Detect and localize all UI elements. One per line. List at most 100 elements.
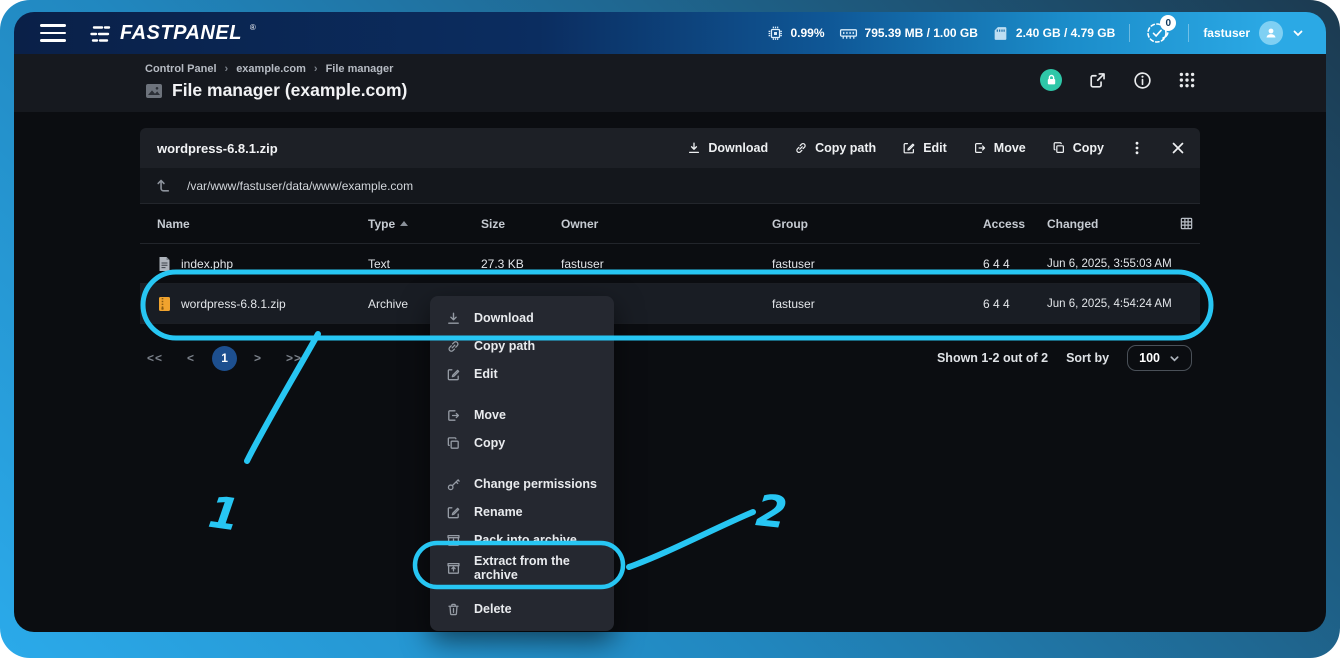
path-bar: /var/www/fastuser/data/www/example.com <box>140 168 1200 204</box>
context-menu-item-move[interactable]: Move <box>430 401 614 429</box>
page-header: Control Panel › example.com › File manag… <box>14 54 1326 112</box>
copy-icon <box>1052 141 1066 155</box>
file-name-cell: index.php <box>157 256 368 272</box>
file-type: Text <box>368 257 481 271</box>
avatar <box>1259 21 1283 45</box>
info-button[interactable] <box>1133 71 1152 90</box>
cpu-icon <box>767 25 784 42</box>
context-menu-item-copy-path[interactable]: Copy path <box>430 332 614 360</box>
menu-label: Pack into archive <box>474 533 577 547</box>
pager-right: Shown 1-2 out of 2 Sort by 100 <box>937 345 1192 371</box>
open-site-button[interactable] <box>1088 71 1107 90</box>
topbar-divider <box>1188 24 1189 42</box>
current-path[interactable]: /var/www/fastuser/data/www/example.com <box>187 179 413 193</box>
context-menu-item-copy[interactable]: Copy <box>430 429 614 457</box>
fastpanel-logo[interactable]: FASTPANEL ® <box>88 22 256 45</box>
breadcrumb-item-domain[interactable]: example.com <box>236 63 306 75</box>
copy-path-button[interactable]: Copy path <box>794 141 876 155</box>
column-header-size[interactable]: Size <box>481 217 561 231</box>
person-icon <box>1264 26 1278 40</box>
key-icon <box>446 477 461 492</box>
context-menu-item-edit[interactable]: Edit <box>430 360 614 388</box>
chevron-down-icon <box>1169 353 1180 364</box>
page-1-button[interactable]: 1 <box>212 346 237 371</box>
menu-label: Delete <box>474 602 512 616</box>
content-area: Control Panel › example.com › File manag… <box>14 54 1326 632</box>
pager: << < 1 > >> <box>140 346 309 371</box>
edit-label: Edit <box>923 141 947 155</box>
menu-label: Move <box>474 408 506 422</box>
zip-archive-icon <box>157 296 172 312</box>
move-label: Move <box>994 141 1026 155</box>
topbar-right: 0.99% 795.39 MB / 1.00 GB 2.40 GB / 4.79… <box>767 19 1327 47</box>
column-header-owner[interactable]: Owner <box>561 217 772 231</box>
lock-icon <box>1046 74 1057 86</box>
toolbar-actions: Download Copy path Edit Move <box>687 140 1186 156</box>
column-header-access[interactable]: Access <box>983 217 1047 231</box>
close-selection-button[interactable] <box>1170 140 1186 156</box>
file-name: index.php <box>181 257 233 271</box>
table-row-wordpress-zip[interactable]: wordpress-6.8.1.zip Archive fastuser 6 4… <box>140 284 1200 324</box>
cpu-usage-value: 0.99% <box>791 26 825 40</box>
table-row-index-php[interactable]: index.php Text 27.3 KB fastuser fastuser… <box>140 244 1200 284</box>
context-menu-item-change-permissions[interactable]: Change permissions <box>430 470 614 498</box>
go-up-directory-button[interactable] <box>155 177 172 194</box>
trash-icon <box>446 602 461 617</box>
file-name-cell: wordpress-6.8.1.zip <box>157 296 368 312</box>
next-page-button[interactable]: > <box>247 347 269 369</box>
page-title: File manager (example.com) <box>172 80 407 101</box>
column-header-type[interactable]: Type <box>368 217 481 231</box>
column-header-group[interactable]: Group <box>772 217 983 231</box>
column-settings-button[interactable] <box>1179 216 1200 231</box>
menu-label: Extract from the archive <box>474 554 598 582</box>
notifications-button[interactable]: 0 <box>1144 19 1174 47</box>
prev-page-button[interactable]: < <box>180 347 202 369</box>
first-page-button[interactable]: << <box>140 347 170 369</box>
menu-label: Edit <box>474 367 498 381</box>
download-button[interactable]: Download <box>687 141 768 155</box>
grid-dots-icon <box>1178 71 1196 89</box>
file-group: fastuser <box>772 257 983 271</box>
menu-toggle-button[interactable] <box>40 24 66 42</box>
file-manager-panel: wordpress-6.8.1.zip Download Copy path E… <box>140 128 1200 376</box>
context-menu-item-extract-from-archive[interactable]: Extract from the archive <box>430 554 614 582</box>
sort-ascending-icon <box>400 221 408 226</box>
move-button[interactable]: Move <box>973 141 1026 155</box>
context-menu-item-rename[interactable]: Rename <box>430 498 614 526</box>
app-frame: FASTPANEL ® 0.99% 795.39 MB / 1.00 GB <box>0 0 1340 658</box>
menu-label: Copy path <box>474 339 535 353</box>
column-header-changed[interactable]: Changed <box>1047 217 1177 231</box>
copy-icon <box>446 436 461 451</box>
file-name: wordpress-6.8.1.zip <box>181 297 286 311</box>
rename-icon <box>446 505 461 520</box>
file-access: 6 4 4 <box>983 297 1047 311</box>
link-icon <box>446 339 461 354</box>
info-icon <box>1133 71 1152 90</box>
context-menu-item-delete[interactable]: Delete <box>430 595 614 623</box>
disk-usage-value: 2.40 GB / 4.79 GB <box>1016 26 1115 40</box>
edit-icon <box>446 367 461 382</box>
column-header-name[interactable]: Name <box>157 217 368 231</box>
context-menu-item-download[interactable]: Download <box>430 304 614 332</box>
disk-icon <box>992 25 1009 42</box>
menu-label: Change permissions <box>474 477 597 491</box>
file-owner: fastuser <box>561 257 772 271</box>
sort-by-label: Sort by <box>1066 351 1109 365</box>
link-icon <box>794 141 808 155</box>
header-icons <box>1040 69 1196 91</box>
breadcrumb-item-control-panel[interactable]: Control Panel <box>145 63 217 75</box>
edit-button[interactable]: Edit <box>902 141 947 155</box>
last-page-button[interactable]: >> <box>279 347 309 369</box>
up-directory-icon <box>155 177 172 194</box>
user-menu[interactable]: fastuser <box>1203 21 1304 45</box>
breadcrumb-item-file-manager[interactable]: File manager <box>326 63 394 75</box>
security-status-button[interactable] <box>1040 69 1062 91</box>
page-size-select[interactable]: 100 <box>1127 345 1192 371</box>
topbar: FASTPANEL ® 0.99% 795.39 MB / 1.00 GB <box>14 12 1326 54</box>
fastpanel-logo-text: FASTPANEL <box>120 22 242 45</box>
apps-grid-button[interactable] <box>1178 71 1196 89</box>
more-actions-button[interactable] <box>1130 140 1144 156</box>
copy-button[interactable]: Copy <box>1052 141 1104 155</box>
context-menu-item-pack-into-archive[interactable]: Pack into archive <box>430 526 614 554</box>
page-size-value: 100 <box>1139 351 1160 365</box>
